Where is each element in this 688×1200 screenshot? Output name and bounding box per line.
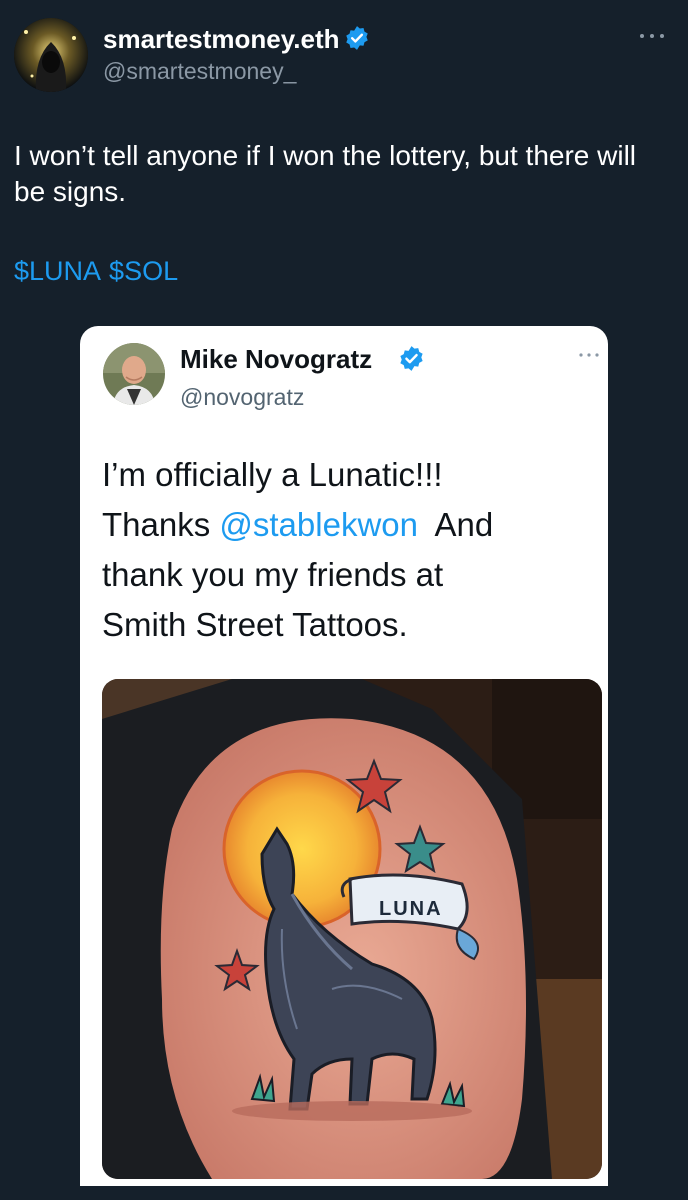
cashtag-link[interactable]: $SOL xyxy=(109,256,178,286)
mention-link[interactable]: @stablekwon xyxy=(219,506,418,543)
quoted-tweet-card[interactable]: Mike Novogratz @novogratz I’m officially… xyxy=(80,326,608,1200)
more-options-icon[interactable] xyxy=(576,348,602,362)
quoted-tweet-text: I’m officially a Lunatic!!! Thanks @stab… xyxy=(102,450,592,650)
cashtag-list: $LUNA $SOL xyxy=(14,256,186,287)
verified-badge-icon xyxy=(398,345,425,372)
avatar[interactable] xyxy=(103,343,165,405)
display-name[interactable]: Mike Novogratz xyxy=(180,344,372,375)
cashtag-link[interactable]: $LUNA xyxy=(14,256,101,286)
text-line: thank you my friends at xyxy=(102,556,444,593)
text-segment: And xyxy=(418,506,494,543)
text-line: Smith Street Tattoos. xyxy=(102,606,408,643)
more-options-icon[interactable] xyxy=(634,26,670,46)
tattoo-photo[interactable]: LUNA xyxy=(102,679,602,1179)
avatar[interactable] xyxy=(14,18,88,92)
text-line: Thanks @stablekwon And xyxy=(102,500,592,550)
display-name[interactable]: smartestmoney.eth xyxy=(103,24,340,55)
bottom-edge xyxy=(0,1186,688,1200)
tweet-text: I won’t tell anyone if I won the lottery… xyxy=(14,140,637,207)
verified-badge-icon xyxy=(344,25,370,51)
handle[interactable]: @smartestmoney_ xyxy=(103,58,296,85)
text-line: I’m officially a Lunatic!!! xyxy=(102,456,443,493)
handle[interactable]: @novogratz xyxy=(180,384,304,411)
banner-text: LUNA xyxy=(379,898,443,920)
text-segment: Thanks xyxy=(102,506,220,543)
